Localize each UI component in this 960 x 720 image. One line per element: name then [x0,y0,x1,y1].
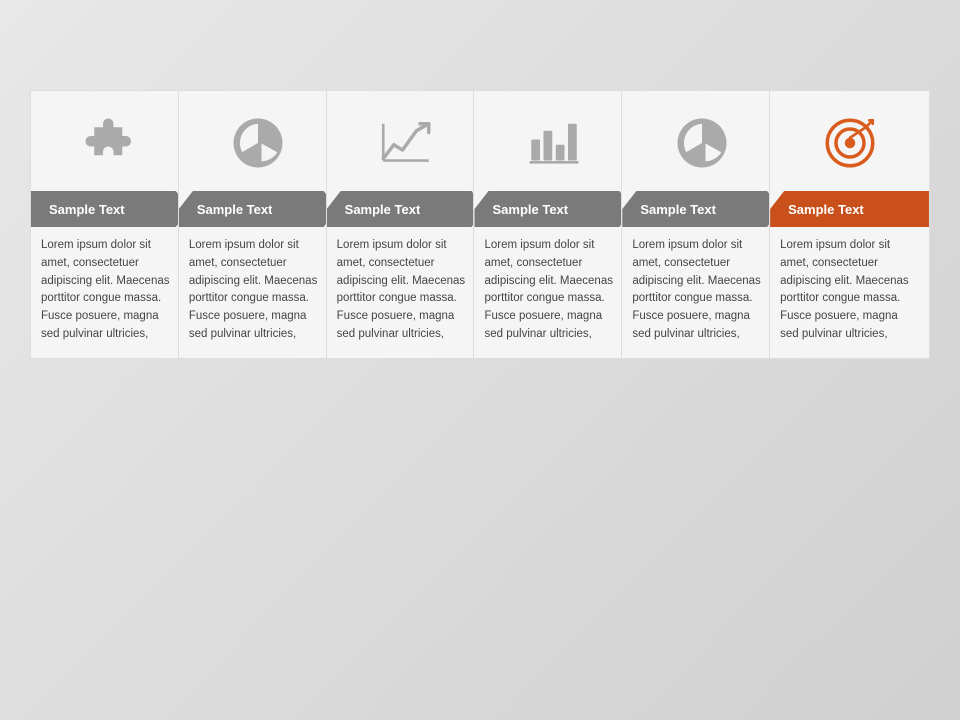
arrow-body-3: Sample Text [327,191,486,227]
step-1: Sample Text Lorem ipsum dolor sit amet, … [30,90,191,359]
icon-area-4 [474,91,633,191]
icon-area-6 [770,91,929,191]
step-3: Sample Text Lorem ipsum dolor sit amet, … [326,90,487,359]
text-area-4: Lorem ipsum dolor sit amet, consectetuer… [474,227,633,358]
icon-area-5 [622,91,781,191]
arrow-wrap-2: Sample Text [179,191,338,227]
arrow-wrap-5: Sample Text [622,191,781,227]
text-area-5: Lorem ipsum dolor sit amet, consectetuer… [622,227,781,358]
arrow-wrap-6: Sample Text [770,191,929,227]
icon-area-1 [31,91,190,191]
flow-container: Sample Text Lorem ipsum dolor sit amet, … [30,90,930,359]
text-area-2: Lorem ipsum dolor sit amet, consectetuer… [179,227,338,358]
arrow-label-1: Sample Text [45,202,125,217]
arrow-body-5: Sample Text [622,191,781,227]
arrow-label-3: Sample Text [341,202,421,217]
arrow-wrap-1: Sample Text [31,191,190,227]
arrow-label-4: Sample Text [488,202,568,217]
arrow-label-2: Sample Text [193,202,273,217]
arrow-wrap-3: Sample Text [327,191,486,227]
step-5: Sample Text Lorem ipsum dolor sit amet, … [621,90,782,359]
arrow-body-6: Sample Text [770,191,929,227]
step-2: Sample Text Lorem ipsum dolor sit amet, … [178,90,339,359]
icon-area-3 [327,91,486,191]
step-card-1: Sample Text Lorem ipsum dolor sit amet, … [30,90,191,359]
step-4: Sample Text Lorem ipsum dolor sit amet, … [473,90,634,359]
text-area-6: Lorem ipsum dolor sit amet, consectetuer… [770,227,929,358]
step-card-3: Sample Text Lorem ipsum dolor sit amet, … [326,90,487,359]
arrow-wrap-4: Sample Text [474,191,633,227]
arrow-label-6: Sample Text [784,202,864,217]
arrow-body-2: Sample Text [179,191,338,227]
step-card-5: Sample Text Lorem ipsum dolor sit amet, … [621,90,782,359]
arrow-body-4: Sample Text [474,191,633,227]
arrow-body-1: Sample Text [31,191,190,227]
step-card-2: Sample Text Lorem ipsum dolor sit amet, … [178,90,339,359]
slide: Sample Text Lorem ipsum dolor sit amet, … [0,0,960,720]
step-6: Sample Text Lorem ipsum dolor sit amet, … [769,90,930,359]
text-area-3: Lorem ipsum dolor sit amet, consectetuer… [327,227,486,358]
icon-area-2 [179,91,338,191]
arrow-label-5: Sample Text [636,202,716,217]
step-card-6: Sample Text Lorem ipsum dolor sit amet, … [769,90,930,359]
step-card-4: Sample Text Lorem ipsum dolor sit amet, … [473,90,634,359]
text-area-1: Lorem ipsum dolor sit amet, consectetuer… [31,227,190,358]
